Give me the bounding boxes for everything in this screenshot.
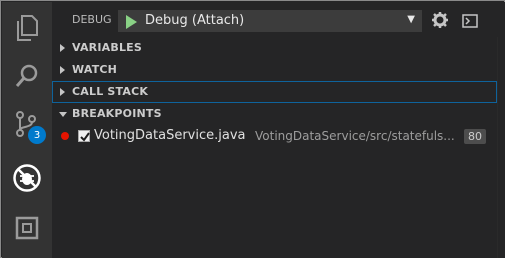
breakpoint-file: VotingDataService.java (94, 128, 246, 143)
source-control-icon[interactable]: 3 (2, 102, 52, 146)
sidebar-scrollbar[interactable] (497, 37, 505, 258)
activity-bar: 3 (2, 2, 52, 258)
section-title: BREAKPOINTS (72, 107, 162, 120)
chevron-right-icon (60, 66, 65, 74)
breakpoint-row[interactable]: VotingDataService.java VotingDataService… (52, 125, 497, 147)
breakpoint-enabled-checkbox[interactable] (78, 130, 90, 142)
breakpoint-path: VotingDataService/src/statefuls... (255, 129, 455, 143)
vscode-window: 3 DEBUG Debug (Attach) ▼ VARIABLES WATCH… (0, 0, 505, 258)
section-title: CALL STACK (72, 85, 149, 98)
section-breakpoints[interactable]: BREAKPOINTS (52, 103, 497, 125)
gear-icon[interactable] (432, 12, 448, 32)
debug-configuration-select[interactable]: Debug (Attach) ▼ (118, 10, 422, 32)
chevron-right-icon (60, 44, 65, 52)
debug-configuration-value: Debug (Attach) (145, 13, 245, 28)
section-call-stack[interactable]: CALL STACK (52, 81, 497, 103)
start-debug-icon[interactable] (125, 14, 137, 33)
explorer-icon[interactable] (2, 6, 52, 50)
section-title: WATCH (72, 63, 118, 76)
chevron-right-icon (60, 88, 65, 96)
breakpoint-line-badge: 80 (464, 129, 486, 144)
debug-toolbar: DEBUG Debug (Attach) ▼ (52, 2, 505, 37)
extensions-icon[interactable] (2, 206, 52, 250)
source-control-badge: 3 (28, 126, 46, 144)
chevron-down-icon: ▼ (407, 14, 415, 25)
chevron-down-icon (59, 112, 67, 117)
debug-console-icon[interactable] (462, 13, 478, 32)
debug-icon[interactable] (2, 156, 52, 200)
debug-label: DEBUG (72, 13, 112, 26)
section-variables[interactable]: VARIABLES (52, 37, 497, 59)
section-title: VARIABLES (72, 41, 142, 54)
section-watch[interactable]: WATCH (52, 59, 497, 81)
search-icon[interactable] (2, 54, 52, 98)
breakpoint-icon (61, 132, 69, 140)
debug-sidebar: DEBUG Debug (Attach) ▼ VARIABLES WATCH C… (52, 2, 505, 258)
